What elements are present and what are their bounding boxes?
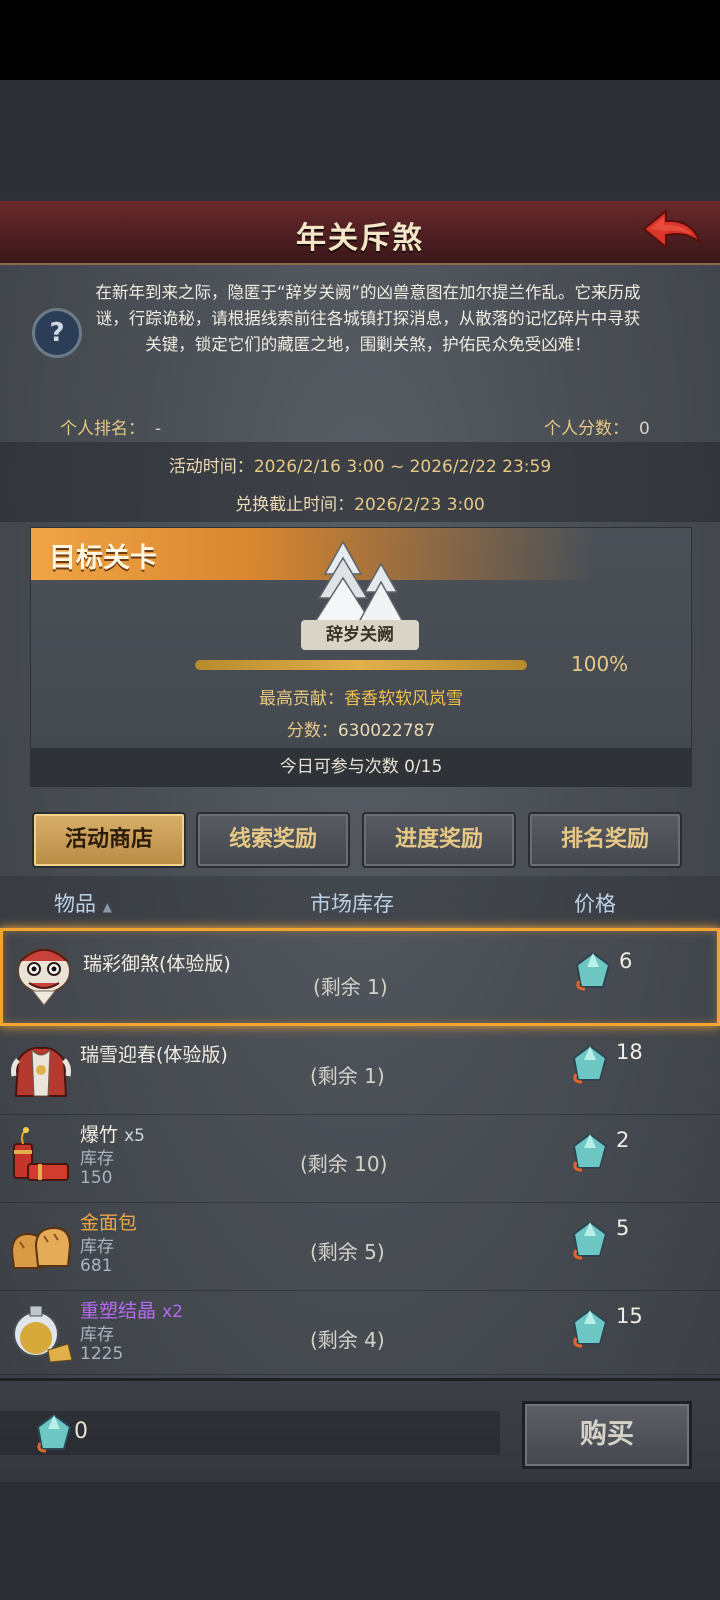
firecracker-icon [13,1127,69,1181]
column-item[interactable]: 物品 ▲ [54,888,112,918]
tab-clue-rewards[interactable]: 线索奖励 [196,812,350,868]
item-multiplier: x2 [162,1302,183,1322]
target-stage-heading: 目标关卡 [49,543,157,574]
event-time-label: 活动时间： [168,457,254,477]
stage-score-value: 630022787 [337,721,436,741]
currency-balance: 0 [0,1411,500,1455]
item-name: 爆竹 x5 [80,1120,145,1147]
crystal-currency-icon [572,1132,608,1172]
item-stock-label: 库存 [80,1237,114,1257]
target-stage-card: 目标关卡 辞岁关阙 100% 最高贡献：香香软软风岚雪 分数：630022787… [30,527,692,787]
item-name: 金面包 [80,1208,137,1235]
item-stock-value: 150 [80,1168,113,1188]
back-button[interactable] [640,207,704,257]
item-price: 6 [619,949,633,973]
stage-score: 分数：630022787 [31,716,691,741]
stage-score-label: 分数： [286,721,338,741]
item-name-text: 金面包 [80,1212,138,1234]
daily-attempts: 今日可参与次数 0/15 [31,748,691,786]
exchange-deadline-label: 兑换截止时间： [235,495,355,515]
crystal-currency-icon [572,1308,608,1348]
crystal-flask-icon [13,1305,73,1363]
item-remaining: (剩余 1) [310,1064,385,1088]
personal-rank: 个人排名： - [60,414,161,439]
item-remaining: (剩余 1) [313,975,388,999]
item-price: 2 [616,1128,630,1152]
crystal-currency-icon [572,1044,608,1084]
shop-row[interactable]: 爆竹 x5 库存 150 (剩余 10) 2 [0,1114,720,1203]
exchange-deadline-value: 2026/2/23 3:00 [354,495,485,515]
stage-progress-fill [195,660,527,670]
rank-value: - [155,419,162,439]
top-contributor-label: 最高贡献： [259,689,344,709]
shop-row[interactable]: 金面包 库存 681 (剩余 5) 5 [0,1202,720,1291]
item-remaining: (剩余 10) [300,1152,388,1176]
buy-button[interactable]: 购买 [522,1401,692,1469]
item-name: 重塑结晶 x2 [80,1296,183,1323]
shop-table-header: 物品 ▲ 市场库存 价格 [0,876,720,926]
title-bar: 年关斥煞 [0,201,720,265]
crystal-currency-icon [36,1413,72,1453]
item-name: 瑞彩御煞(体验版) [83,949,231,976]
item-price: 5 [616,1216,630,1240]
crystal-currency-icon [575,951,611,991]
item-remaining: (剩余 5) [310,1240,385,1264]
background-lower [0,1482,720,1600]
exchange-deadline: 兑换截止时间：2026/2/23 3:00 [0,490,720,515]
sort-icon: ▲ [102,900,112,914]
back-arrow-icon [642,208,701,250]
item-name-text: 爆竹 [80,1124,119,1146]
score-value: 0 [639,419,650,439]
lion-dance-head-icon [17,948,71,1006]
column-stock: 市场库存 [310,892,394,916]
item-price: 15 [616,1304,643,1328]
event-time: 活动时间：2026/2/16 3:00 ~ 2026/2/22 23:59 [0,452,720,477]
item-price: 18 [616,1040,643,1064]
column-price: 价格 [574,892,616,916]
personal-score: 个人分数： 0 [544,414,650,439]
shop-row[interactable]: 重塑结晶 x2 库存 1225 (剩余 4) 15 [0,1290,720,1375]
currency-amount: 0 [74,1419,88,1444]
top-contributor-value: 香香软软风岚雪 [344,689,463,709]
item-stock-label: 库存 [80,1325,114,1345]
item-stock-label: 库存 [80,1149,114,1169]
item-stock-value: 681 [80,1256,113,1276]
shop-footer: 0 购买 [0,1378,720,1485]
item-name-text: 重塑结晶 [80,1300,157,1322]
item-stock-value: 1225 [80,1344,124,1364]
column-item-label: 物品 [54,892,96,916]
bread-icon [10,1226,72,1269]
page-title: 年关斥煞 [296,221,424,256]
item-name-text: 瑞雪迎春(体验版) [80,1044,228,1066]
tab-event-shop[interactable]: 活动商店 [32,812,186,868]
tab-ranking-rewards[interactable]: 排名奖励 [528,812,682,868]
top-contributor: 最高贡献：香香软软风岚雪 [31,684,691,709]
item-name: 瑞雪迎春(体验版) [80,1040,228,1067]
rank-label: 个人排名： [60,419,145,439]
time-info: 活动时间：2026/2/16 3:00 ~ 2026/2/22 23:59 兑换… [0,442,720,522]
item-name-text: 瑞彩御煞(体验版) [83,953,231,975]
tab-progress-rewards[interactable]: 进度奖励 [362,812,516,868]
stage-progress-text: 100% [571,652,629,676]
score-label: 个人分数： [544,419,629,439]
crystal-currency-icon [572,1220,608,1260]
shop-row[interactable]: 瑞雪迎春(体验版) (剩余 1) 18 [0,1026,720,1115]
stage-progress-bar [195,660,527,670]
festive-armor-icon [11,1046,71,1097]
item-remaining: (剩余 4) [310,1328,385,1352]
item-multiplier: x5 [124,1126,145,1146]
snowy-pine-icon[interactable] [303,538,413,628]
event-time-value: 2026/2/16 3:00 ~ 2026/2/22 23:59 [253,457,552,477]
stage-name-label: 辞岁关阙 [301,620,419,650]
event-description: 在新年到来之际，隐匿于“辞岁关阙”的凶兽意图在加尔提兰作乱。它来历成谜，行踪诡秘… [95,283,641,354]
help-icon[interactable]: ? [32,308,82,358]
shop-row[interactable]: 瑞彩御煞(体验版) (剩余 1) 6 [0,928,720,1026]
